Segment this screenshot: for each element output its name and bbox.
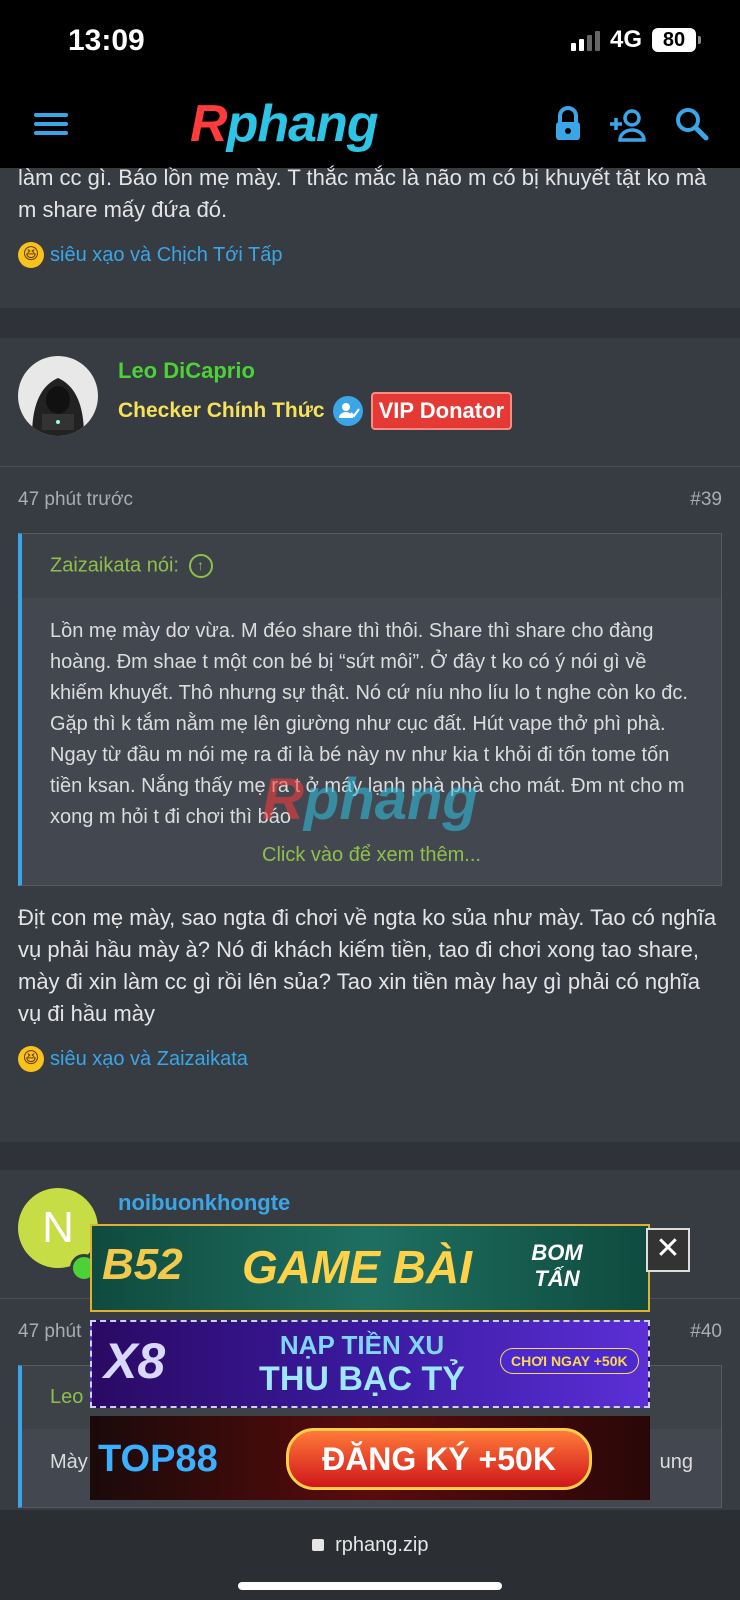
ad-cta: ĐĂNG KÝ +50K	[286, 1428, 592, 1490]
logo-text: phang	[226, 95, 379, 153]
status-indicators: 4G 80	[570, 26, 701, 54]
laugh-emoji-icon: 😆	[18, 242, 44, 268]
battery-icon: 80	[652, 28, 701, 52]
ad-title-bottom: THU BẠC TỶ	[259, 1360, 465, 1398]
browser-toolbar: rphang.zip	[0, 1510, 740, 1600]
user-title-row: Checker Chính Thức VIP Donator	[118, 392, 513, 430]
ad-brand: TOP88	[98, 1438, 218, 1480]
ad-title: GAME BÀI	[242, 1241, 472, 1293]
laugh-emoji-icon: 😆	[18, 1046, 44, 1072]
post-number[interactable]: #40	[690, 1321, 722, 1343]
reaction-summary[interactable]: 😆 siêu xạo và Chịch Tới Tấp	[18, 242, 283, 268]
avatar[interactable]	[18, 356, 98, 436]
ad-cta: CHƠI NGAY +50K	[500, 1348, 639, 1374]
quote-author[interactable]: Zaizaikata nói:	[50, 554, 179, 576]
reaction-users[interactable]: siêu xạo và Zaizaikata	[50, 1048, 248, 1071]
reaction-users[interactable]: siêu xạo và Chịch Tới Tấp	[50, 244, 283, 267]
register-user-icon[interactable]	[608, 104, 648, 144]
verified-checker-icon	[332, 396, 363, 426]
quote-header[interactable]: Zaizaikata nói: ↑	[22, 534, 721, 598]
vip-badge: VIP Donator	[370, 392, 513, 430]
post-number[interactable]: #39	[690, 489, 722, 511]
logo-letter: R	[190, 95, 228, 153]
menu-icon[interactable]	[34, 108, 68, 142]
post-previous-tail: làm cc gì. Báo lồn mẹ mày. T thắc mắc là…	[0, 165, 740, 308]
author-name[interactable]: Leo DiCaprio	[118, 358, 255, 384]
network-type: 4G	[609, 26, 642, 53]
reaction-summary[interactable]: 😆 siêu xạo và Zaizaikata	[0, 1030, 740, 1088]
quote-text-end: ung	[659, 1451, 693, 1473]
status-time: 13:09	[68, 24, 145, 57]
close-ad-button[interactable]: ✕	[646, 1228, 690, 1272]
ad-title-top: NẠP TIỀN XU	[279, 1330, 445, 1360]
site-logo[interactable]: Rphang	[190, 95, 379, 153]
ad-banner-top88[interactable]: TOP88 ĐĂNG KÝ +50K	[90, 1416, 650, 1500]
post-body: Địt con mẹ mày, sao ngta đi chơi về ngta…	[18, 905, 717, 1026]
ad-brand: X8	[104, 1333, 166, 1389]
post-39: Leo DiCaprio Checker Chính Thức VIP Dona…	[0, 338, 740, 1142]
address-bar[interactable]: rphang.zip	[0, 1534, 740, 1557]
quote-block: Zaizaikata nói: ↑ Lồn mẹ mày dơ vừa. M đ…	[18, 533, 722, 886]
lock-icon[interactable]	[548, 104, 588, 144]
post-time[interactable]: 47 phút	[18, 1321, 81, 1343]
author-name[interactable]: noibuonkhongte	[118, 1190, 290, 1216]
user-title: Checker Chính Thức	[118, 399, 325, 422]
ad-banner-x8[interactable]: X8 NẠP TIỀN XU THU BẠC TỶ CHƠI NGAY +50K	[90, 1320, 650, 1408]
url-text[interactable]: rphang.zip	[335, 1534, 428, 1556]
hacker-avatar-icon	[18, 356, 98, 436]
home-indicator[interactable]	[238, 1582, 502, 1590]
status-bar: 13:09 4G 80	[0, 0, 740, 84]
quote-text-start: Mày	[50, 1451, 88, 1473]
ad-banner-stack: B52 GAME BÀI BOM TẤN X8 NẠP TIỀN XU THU …	[90, 1224, 650, 1508]
arrow-up-circle-icon[interactable]: ↑	[188, 554, 213, 578]
post-body: làm cc gì. Báo lồn mẹ mày. T thắc mắc là…	[18, 165, 707, 222]
expand-quote-link[interactable]: Click vào để xem thêm...	[22, 830, 721, 885]
ad-tag: BOM TẤN	[531, 1240, 583, 1291]
site-header: Rphang	[0, 84, 740, 168]
ad-banner-b52[interactable]: B52 GAME BÀI BOM TẤN	[90, 1224, 650, 1312]
post-header: Leo DiCaprio Checker Chính Thức VIP Dona…	[0, 338, 740, 467]
post-meta: 47 phút trước #39	[0, 467, 740, 533]
lock-icon	[311, 1539, 324, 1551]
watermark-logo: Rphang	[262, 767, 478, 832]
search-icon[interactable]	[672, 104, 712, 144]
ad-brand: B52	[102, 1240, 183, 1289]
signal-icon	[570, 29, 600, 51]
post-time[interactable]: 47 phút trước	[18, 489, 133, 511]
